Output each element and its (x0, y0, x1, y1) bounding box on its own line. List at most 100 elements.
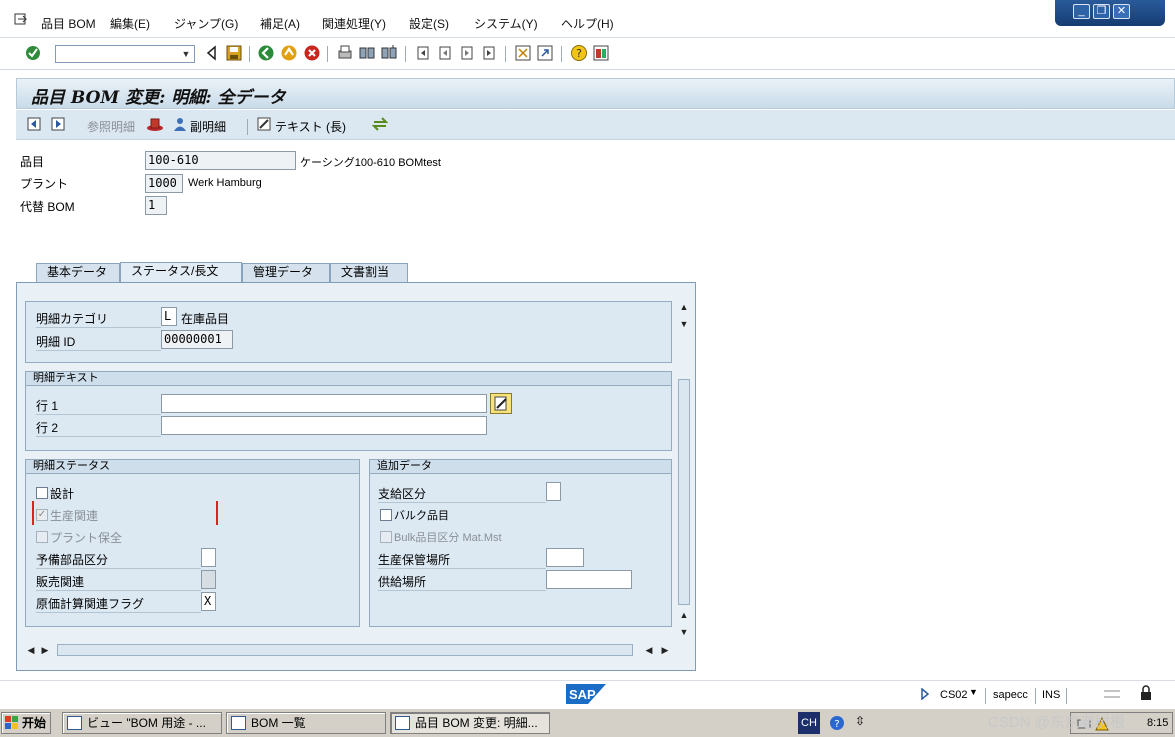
customize-layout-icon[interactable] (592, 44, 610, 62)
title-bar: 品目 BOM 変更: 明細: 全データ (16, 78, 1175, 109)
material-description: ケーシング100-610 BOMtest (300, 157, 441, 169)
task-bom-list[interactable]: BOM 一覧 (226, 712, 386, 734)
menu-goto[interactable]: ジャンプ(G) (174, 15, 238, 32)
text-line1-input[interactable] (161, 394, 487, 413)
menu-environment[interactable]: 関連処理(Y) (322, 15, 386, 32)
spare-part-field[interactable] (201, 548, 216, 567)
transaction-dropdown-icon[interactable]: ▼ (969, 687, 978, 697)
close-icon[interactable]: ✕ (1113, 4, 1130, 19)
additional-data-title: 追加データ (370, 460, 671, 474)
bom-hat-icon[interactable] (146, 116, 164, 132)
design-label: 設計 (50, 487, 75, 501)
menu-material-bom[interactable]: 品目 BOM (41, 15, 96, 32)
task-change-bom[interactable]: 品目 BOM 変更: 明細... (390, 712, 550, 734)
menu-system[interactable]: システム(Y) (474, 15, 538, 32)
edit-text-icon[interactable] (490, 393, 512, 414)
task-label-1: ビュー "BOM 用途 - ... (87, 716, 206, 730)
menu-settings[interactable]: 設定(S) (409, 15, 449, 32)
scroll-right-icon[interactable]: ▶ (659, 644, 671, 656)
enter-icon[interactable] (24, 44, 42, 62)
sub-item-icon[interactable] (172, 116, 188, 132)
restore-icon[interactable]: ❐ (1093, 4, 1110, 19)
tab-document-assignment[interactable]: 文書割当 (330, 263, 408, 282)
tray-options-icon[interactable]: ⇳ (855, 714, 865, 728)
new-session-icon[interactable] (514, 44, 532, 62)
scroll-down-page-icon[interactable]: ▲ (678, 609, 690, 621)
scroll-left-small-icon[interactable]: ◀ (643, 644, 655, 656)
production-storage-field[interactable] (546, 548, 584, 567)
next-page-icon[interactable] (458, 44, 476, 62)
find-icon[interactable] (358, 44, 376, 62)
scroll-left-icon[interactable]: ◀ (25, 644, 37, 656)
help-icon[interactable]: ? (570, 44, 588, 62)
long-text-button[interactable]: テキスト (長) (275, 118, 346, 135)
transaction-code: CS02 (940, 689, 968, 701)
sap-logo: SAP (566, 684, 606, 704)
previous-page-icon[interactable] (436, 44, 454, 62)
command-dropdown-icon[interactable]: ▼ (180, 48, 192, 60)
save-icon[interactable] (225, 44, 243, 62)
plant-field[interactable]: 1000 (145, 174, 183, 193)
material-provision-label: 支給区分 (378, 485, 546, 503)
supply-area-field[interactable] (546, 570, 632, 589)
status-expand-icon[interactable] (920, 688, 930, 700)
cancel-icon[interactable] (303, 44, 321, 62)
vertical-scrollbar[interactable]: ▲ ▼ ▲ ▼ (677, 301, 691, 641)
menu-help[interactable]: ヘルプ(H) (561, 15, 614, 32)
minimize-icon[interactable]: _ (1073, 4, 1090, 19)
print-icon[interactable] (336, 44, 354, 62)
item-id-field[interactable]: 00000001 (161, 330, 233, 349)
clock: 8:15 (1147, 717, 1169, 729)
design-checkbox[interactable] (36, 487, 48, 499)
sap-menu-icon[interactable] (14, 13, 28, 27)
shortcut-icon[interactable] (536, 44, 554, 62)
sub-item-button[interactable]: 副明細 (190, 118, 226, 135)
change-doc-icon[interactable] (372, 116, 388, 132)
vertical-scroll-thumb[interactable] (678, 379, 690, 605)
sap-window-icon (67, 716, 82, 730)
production-relevant-checkbox: ✓ (36, 509, 48, 521)
language-help-icon[interactable]: ? (829, 715, 845, 731)
start-button[interactable]: 开始 (1, 712, 51, 734)
item-category-description: 在庫品目 (181, 312, 230, 326)
exit-icon[interactable] (280, 44, 298, 62)
material-label: 品目 (20, 155, 45, 169)
long-text-icon[interactable] (256, 116, 272, 132)
scroll-up-page-icon[interactable]: ▼ (678, 318, 690, 330)
item-category-label: 明細カテゴリ (36, 310, 161, 328)
scroll-right-small-icon[interactable]: ▶ (39, 644, 51, 656)
horizontal-scrollbar[interactable]: ◀ ▶ ◀ ▶ (23, 643, 675, 657)
tab-admin-data[interactable]: 管理データ (242, 263, 330, 282)
back-icon[interactable] (257, 44, 275, 62)
scroll-down-icon[interactable]: ▼ (678, 626, 690, 638)
menu-edit[interactable]: 編集(E) (110, 15, 150, 32)
first-page-icon[interactable] (414, 44, 432, 62)
scroll-up-icon[interactable]: ▲ (678, 301, 690, 313)
material-provision-field[interactable] (546, 482, 561, 501)
window-controls: _ ❐ ✕ (1055, 0, 1165, 26)
horizontal-scroll-thumb[interactable] (57, 644, 633, 656)
text-line1-label: 行 1 (36, 397, 161, 415)
next-item-icon[interactable] (50, 116, 66, 132)
menu-extras[interactable]: 補足(A) (260, 15, 300, 32)
back-triangle-icon[interactable] (203, 44, 221, 62)
tab-status-long-text[interactable]: ステータス/長文 (120, 262, 242, 282)
menu-bar: 品目 BOM 編集(E) ジャンプ(G) 補足(A) 関連処理(Y) 設定(S)… (0, 0, 1175, 38)
task-view-bom-usage[interactable]: ビュー "BOM 用途 - ... (62, 712, 222, 734)
alternative-bom-field[interactable]: 1 (145, 196, 167, 215)
item-category-field[interactable]: L (161, 307, 177, 326)
bulk-material-checkbox[interactable] (380, 509, 392, 521)
costing-relevant-field[interactable]: X (201, 592, 216, 611)
text-line2-input[interactable] (161, 416, 487, 435)
plant-maintenance-checkbox (36, 531, 48, 543)
reference-item-button[interactable]: 参照明細 (87, 118, 135, 135)
last-page-icon[interactable] (480, 44, 498, 62)
item-status-group: 明細ステータス 設計 ✓ 生産関連 プラント保全 予備部品区分 販売関連 原価計… (25, 459, 360, 627)
find-next-icon[interactable] (380, 44, 398, 62)
tab-basic-data[interactable]: 基本データ (36, 263, 120, 282)
command-field[interactable]: ▼ (55, 45, 195, 63)
previous-item-icon[interactable] (26, 116, 42, 132)
material-field[interactable]: 100-610 (145, 151, 296, 170)
language-indicator[interactable]: CH (798, 712, 820, 734)
svg-text:?: ? (834, 719, 839, 730)
